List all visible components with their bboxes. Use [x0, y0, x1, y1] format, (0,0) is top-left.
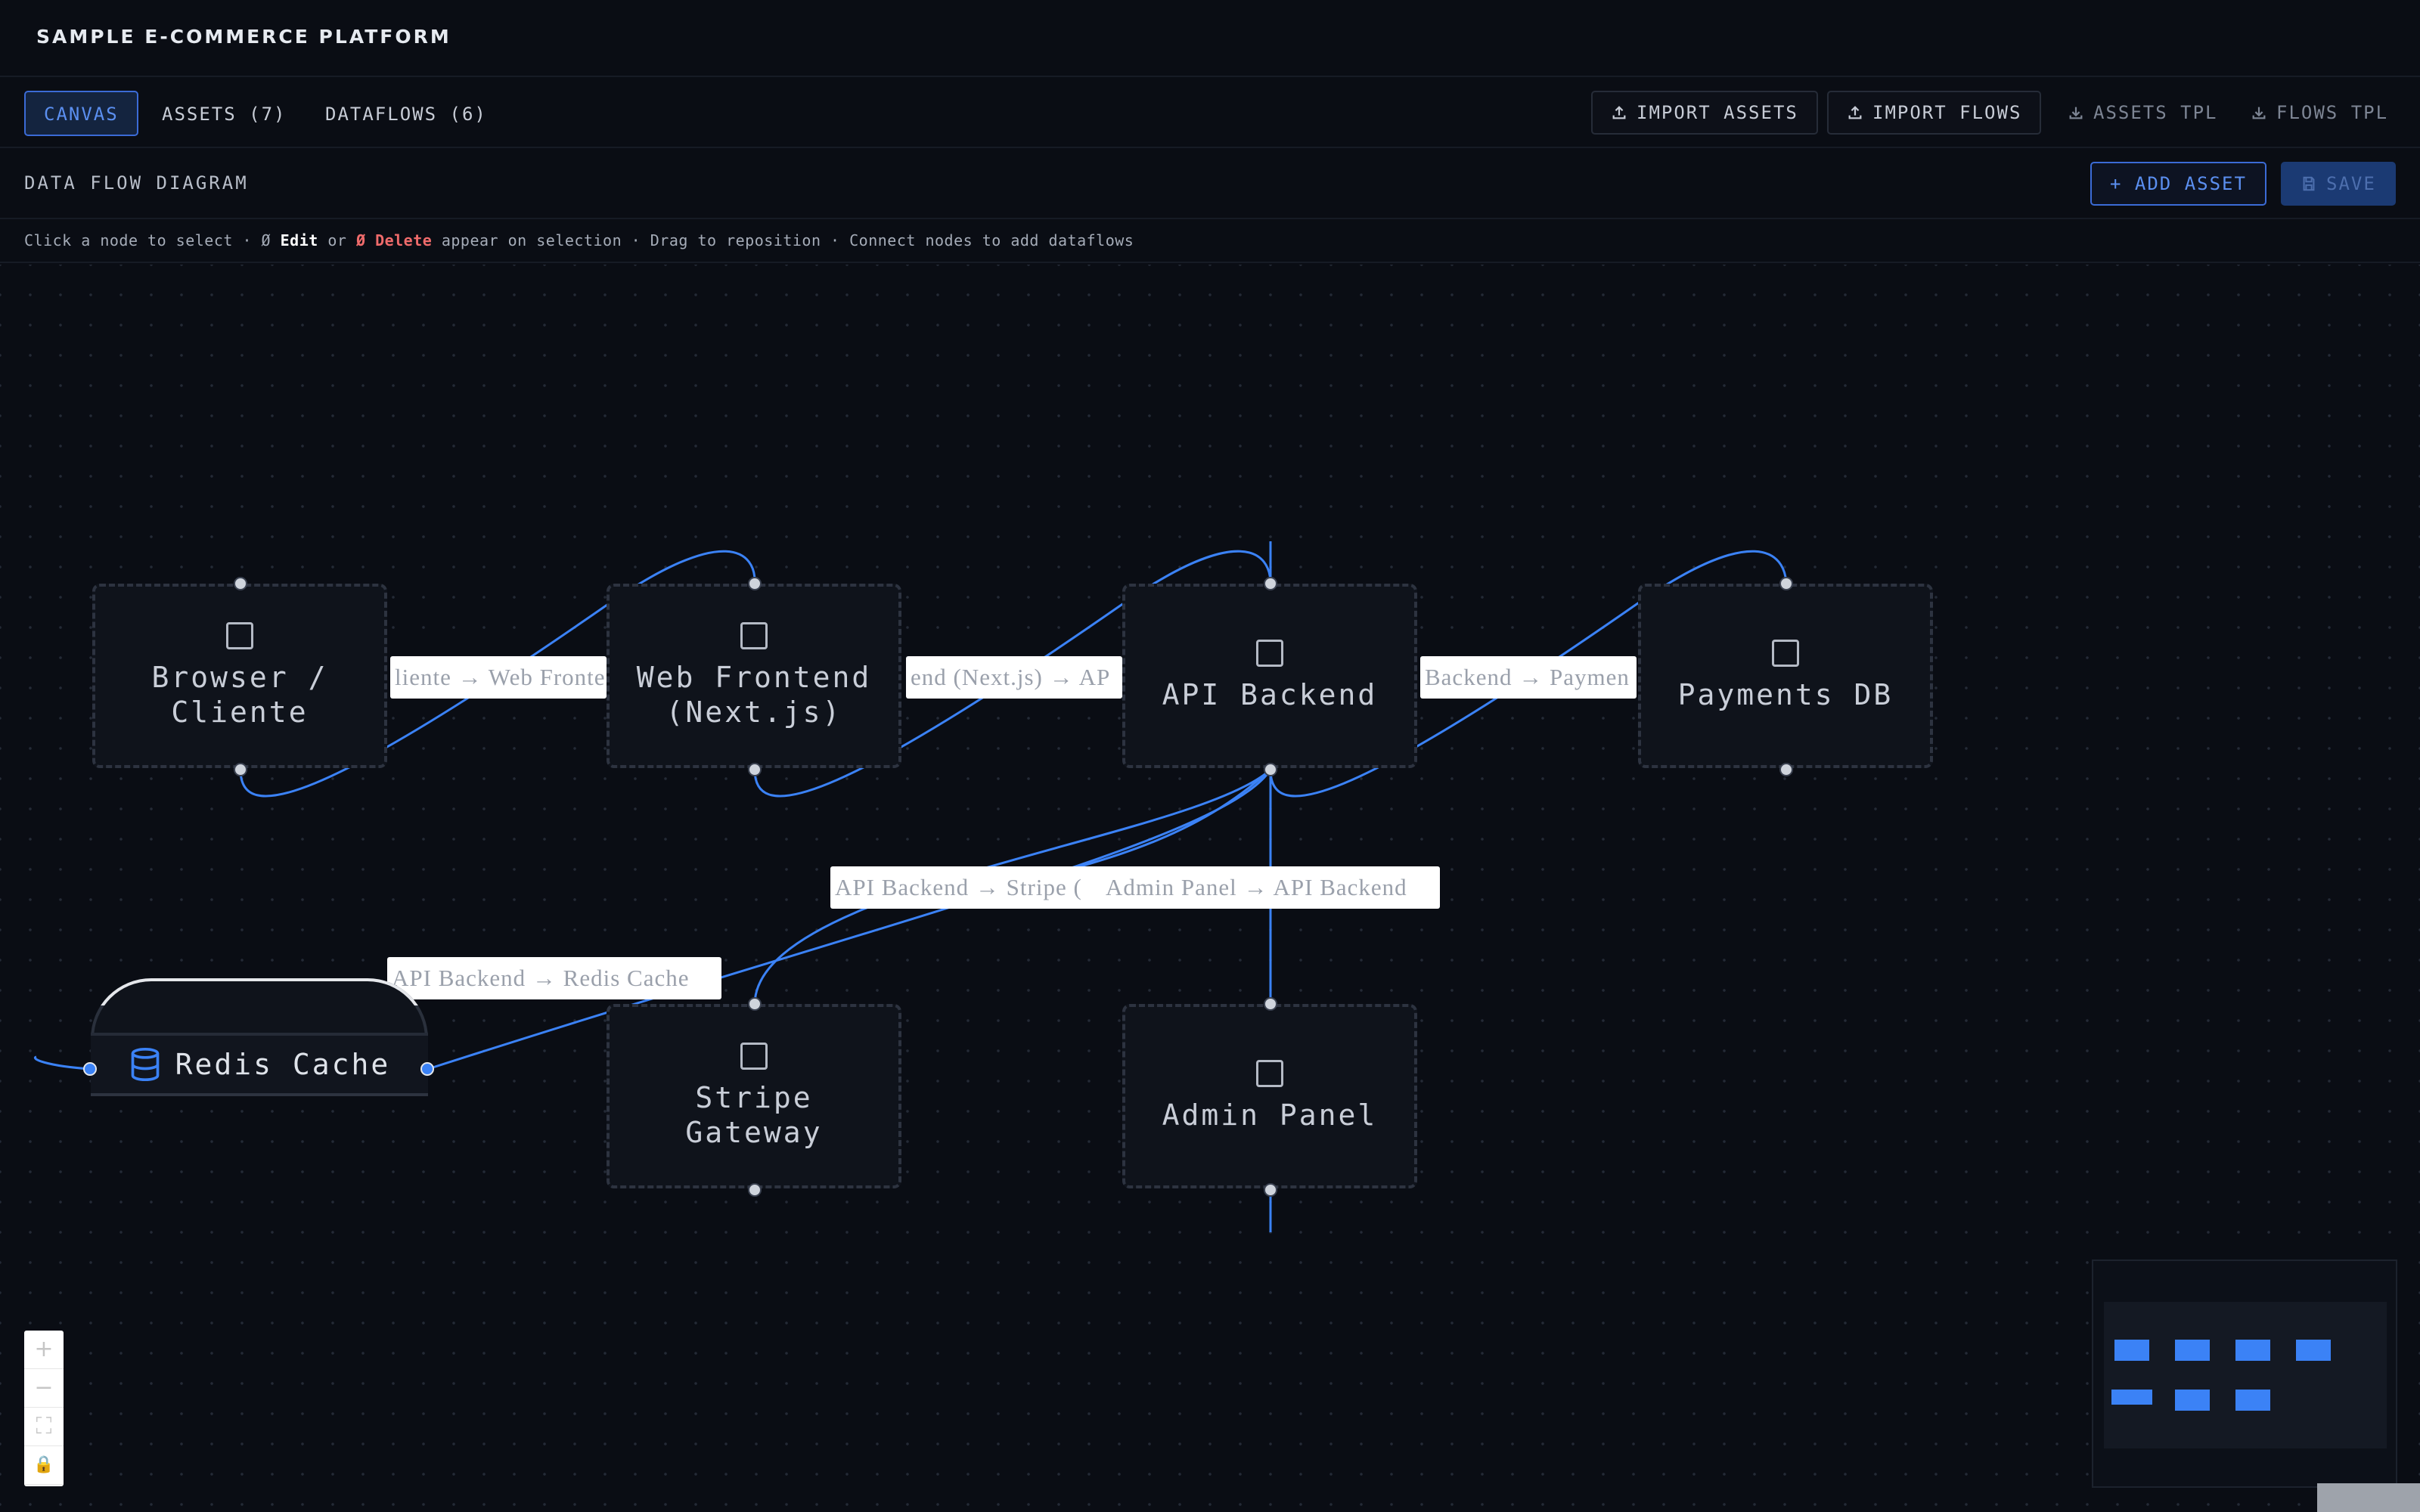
edge-redis-loop[interactable] [33, 1055, 92, 1070]
handle-redis-right[interactable] [420, 1062, 434, 1076]
handle-redis-left[interactable] [83, 1062, 97, 1076]
handle-frontend-bottom[interactable] [748, 763, 762, 776]
cylinder-body: Redis Cache [91, 1033, 428, 1096]
download-icon [2069, 107, 2083, 119]
assets-template-button[interactable]: ASSETS TPL [2048, 91, 2238, 135]
minimap-viewport[interactable] [2104, 1302, 2387, 1448]
handle-payments-bottom[interactable] [1779, 763, 1793, 776]
zoom-out-button[interactable]: − [24, 1369, 64, 1408]
square-icon [226, 622, 253, 649]
minimap-node [2114, 1340, 2149, 1361]
add-asset-button[interactable]: + ADD ASSET [2090, 162, 2266, 206]
assets-template-label: ASSETS TPL [2093, 102, 2218, 123]
fit-view-button[interactable]: ⛶ [24, 1408, 64, 1446]
top-bar: SAMPLE E-COMMERCE PLATFORM [0, 0, 2420, 77]
help-part-1: Click a node to select · [24, 231, 262, 249]
handle-api-bottom[interactable] [1264, 763, 1277, 776]
node-label: Redis Cache [175, 1048, 391, 1081]
upload-icon [1612, 106, 1626, 119]
save-icon [2303, 176, 2315, 191]
help-delete: Delete [375, 231, 433, 249]
tab-dataflows[interactable]: DATAFLOWS (6) [306, 91, 507, 136]
database-icon [131, 1048, 159, 1082]
handle-api-top[interactable] [1264, 577, 1277, 590]
handle-stripe-bottom[interactable] [748, 1183, 762, 1197]
download-icon [2252, 107, 2266, 119]
help-bar: Click a node to select · Ø Edit or Ø Del… [0, 219, 2420, 263]
node-label: API Backend [1162, 678, 1378, 711]
save-button[interactable]: SAVE [2281, 162, 2396, 206]
delete-icon: Ø [355, 231, 366, 249]
import-assets-label: IMPORT ASSETS [1637, 102, 1798, 123]
node-label: Web Frontend (Next.js) [636, 661, 872, 729]
node-stripe-gateway[interactable]: Stripe Gateway [607, 1004, 901, 1188]
lock-button[interactable]: 🔒 [24, 1446, 64, 1485]
import-assets-button[interactable]: IMPORT ASSETS [1591, 91, 1818, 135]
edge-label-browser-frontend[interactable]: liente → Web Fronte [390, 656, 607, 699]
node-payments-db[interactable]: Payments DB [1638, 584, 1933, 768]
section-header: DATA FLOW DIAGRAM + ADD ASSET SAVE [0, 148, 2420, 219]
minimap-node [2235, 1390, 2270, 1411]
edge-label-api-redis[interactable]: API Backend → Redis Cache [387, 957, 721, 999]
tab-assets[interactable]: ASSETS (7) [142, 91, 306, 136]
square-icon [740, 1043, 768, 1070]
handle-browser-top[interactable] [234, 577, 247, 590]
square-icon [1256, 640, 1283, 667]
node-label: Admin Panel [1162, 1098, 1378, 1132]
attribution[interactable] [2317, 1483, 2420, 1512]
flows-template-label: FLOWS TPL [2276, 102, 2389, 123]
minimap-node [2296, 1340, 2331, 1361]
handle-admin-bottom[interactable] [1264, 1183, 1277, 1197]
edge-label-admin-api[interactable]: Admin Panel → API Backend [1101, 866, 1440, 909]
node-redis-cache[interactable]: Redis Cache [91, 978, 428, 1096]
square-icon [740, 622, 768, 649]
node-label: Browser / Cliente [151, 661, 328, 729]
import-flows-button[interactable]: IMPORT FLOWS [1827, 91, 2042, 135]
handle-browser-bottom[interactable] [234, 763, 247, 776]
node-label: Payments DB [1677, 678, 1894, 711]
node-label: Stripe Gateway [685, 1081, 823, 1149]
tab-bar: CANVAS ASSETS (7) DATAFLOWS (6) IMPORT A… [0, 77, 2420, 148]
handle-frontend-top[interactable] [748, 577, 762, 590]
zoom-in-button[interactable]: + [24, 1331, 64, 1369]
edge-label-frontend-api[interactable]: end (Next.js) → AP [906, 656, 1122, 699]
minimap-node [2111, 1390, 2152, 1405]
edge-label-api-stripe[interactable]: API Backend → Stripe ( [830, 866, 1110, 909]
import-flows-label: IMPORT FLOWS [1872, 102, 2022, 123]
node-admin-panel[interactable]: Admin Panel [1122, 1004, 1417, 1188]
handle-payments-top[interactable] [1779, 577, 1793, 590]
node-api-backend[interactable]: API Backend [1122, 584, 1417, 768]
minimap-node [2235, 1340, 2270, 1361]
edit-icon: Ø [261, 231, 271, 249]
handle-stripe-top[interactable] [748, 997, 762, 1011]
minimap[interactable] [2092, 1259, 2397, 1488]
handle-admin-top[interactable] [1264, 997, 1277, 1011]
flows-template-button[interactable]: FLOWS TPL [2231, 91, 2408, 135]
save-label: SAVE [2326, 173, 2376, 194]
minimap-node [2175, 1340, 2210, 1361]
app-title: SAMPLE E-COMMERCE PLATFORM [36, 26, 451, 48]
edge-label-api-payments[interactable]: Backend → Paymen [1420, 656, 1637, 699]
square-icon [1772, 640, 1799, 667]
help-edit: Edit [280, 231, 318, 249]
node-browser[interactable]: Browser / Cliente [92, 584, 387, 768]
help-text: Click a node to select · Ø Edit or Ø Del… [24, 231, 1134, 249]
tab-canvas[interactable]: CANVAS [24, 91, 138, 136]
zoom-controls: + − ⛶ 🔒 [24, 1331, 64, 1486]
diagram-canvas[interactable]: liente → Web Fronte end (Next.js) → AP B… [0, 265, 2420, 1512]
upload-icon [1848, 106, 1862, 119]
square-icon [1256, 1060, 1283, 1087]
help-or: or [318, 231, 356, 249]
minimap-node [2175, 1390, 2210, 1411]
help-part-2: appear on selection · Drag to reposition… [432, 231, 1134, 249]
page-title: DATA FLOW DIAGRAM [24, 172, 249, 194]
node-web-frontend[interactable]: Web Frontend (Next.js) [607, 584, 901, 768]
